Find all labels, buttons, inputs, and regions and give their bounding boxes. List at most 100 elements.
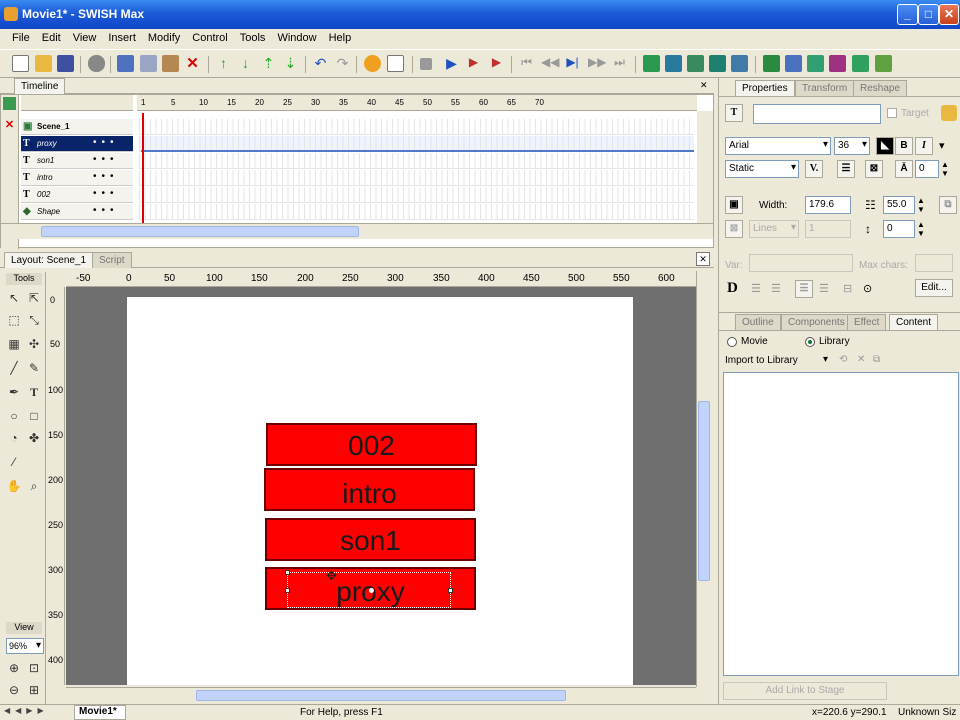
link-icon[interactable]: ⟲ — [839, 354, 847, 365]
remove-icon[interactable]: ✕ — [857, 354, 865, 365]
add-layer-icon[interactable] — [3, 97, 16, 110]
wrap-icon[interactable]: ⊠ — [865, 160, 883, 178]
align-center-icon[interactable]: ☰ — [771, 282, 781, 295]
insert-sound-icon[interactable] — [785, 55, 802, 72]
layer-row-shape[interactable]: ◆ Shape ••• — [21, 204, 133, 220]
copy-icon[interactable] — [140, 55, 157, 72]
hand-tool-icon[interactable]: ✋ — [6, 478, 22, 494]
rectangle-tool-icon[interactable]: □ — [26, 408, 42, 424]
frame-track[interactable] — [139, 153, 694, 169]
justify-icon[interactable]: ☰ — [837, 160, 855, 178]
move-down-icon[interactable]: ↓ — [237, 55, 254, 72]
close-button[interactable]: ✕ — [939, 4, 959, 25]
timeline-hscroll[interactable] — [1, 223, 713, 239]
kerning-icon[interactable]: Ā — [895, 160, 913, 178]
zoom-selection-icon[interactable]: ⊞ — [26, 682, 42, 698]
tab-timeline[interactable]: Timeline — [14, 78, 66, 94]
device-font-icon[interactable]: D — [727, 280, 738, 297]
insert-text-icon[interactable] — [665, 55, 682, 72]
pen-tool-icon[interactable]: ✒ — [6, 384, 22, 400]
selection-frame[interactable] — [285, 570, 453, 608]
help-icon[interactable] — [364, 55, 381, 72]
playhead[interactable] — [142, 113, 144, 223]
ellipse-tool-icon[interactable]: ○ — [6, 408, 22, 424]
timeline-vscroll[interactable] — [697, 111, 713, 223]
print-icon[interactable] — [88, 55, 105, 72]
menu-modify[interactable]: Modify — [142, 29, 186, 44]
open-folder-icon[interactable] — [35, 55, 52, 72]
lines-field[interactable]: 1 — [805, 220, 851, 238]
play-icon[interactable]: ▶ — [443, 55, 460, 72]
lock-aspect-icon[interactable]: ⧉ — [939, 196, 957, 214]
text-box-son1[interactable]: son1 — [265, 518, 476, 561]
frame-track[interactable] — [139, 187, 694, 203]
align-justify-icon[interactable]: ☰ — [795, 280, 813, 298]
line-tool-icon[interactable]: ╱ — [6, 360, 22, 376]
menu-control[interactable]: Control — [186, 29, 233, 44]
delete-layer-icon[interactable]: ✕ — [3, 119, 16, 132]
insert-script-icon[interactable] — [852, 55, 869, 72]
play-effect-icon[interactable]: ▶ — [488, 55, 505, 72]
resize-handle[interactable] — [285, 570, 290, 575]
stage-vscroll[interactable] — [696, 271, 712, 687]
menu-window[interactable]: Window — [271, 29, 322, 44]
name-field[interactable] — [753, 104, 881, 124]
eyedropper-tool-icon[interactable]: ⁄ — [6, 454, 22, 470]
zoom-tool-icon[interactable]: ⌕ — [26, 478, 42, 494]
tab-reshape[interactable]: Reshape — [853, 80, 908, 96]
center-point[interactable] — [369, 588, 374, 593]
insert-button-icon[interactable] — [687, 55, 704, 72]
delete-icon[interactable]: ✕ — [184, 55, 201, 72]
export-icon[interactable] — [875, 55, 892, 72]
transform-tool-icon[interactable]: ⬚ — [6, 312, 22, 328]
subselect-tool-icon[interactable]: ⇱ — [26, 290, 42, 306]
text-color-icon[interactable]: ◣ — [876, 137, 894, 155]
menu-edit[interactable]: Edit — [36, 29, 67, 44]
prev-frame-icon[interactable]: ◀◀ — [541, 55, 559, 72]
text-box-intro[interactable]: intro — [264, 468, 475, 511]
paste-icon[interactable] — [162, 55, 179, 72]
maximize-button[interactable]: □ — [918, 4, 939, 25]
text-type-dropdown[interactable]: Static — [725, 160, 799, 178]
tab-script[interactable]: Script — [92, 252, 132, 268]
pencil-tool-icon[interactable]: ✎ — [26, 360, 42, 376]
menu-tools[interactable]: Tools — [234, 29, 272, 44]
play-scene-icon[interactable]: ▶ — [465, 55, 482, 72]
insert-scene-icon[interactable] — [643, 55, 660, 72]
layer-row-son1[interactable]: Tson1 ••• — [21, 153, 133, 169]
html-text-icon[interactable]: ⊙ — [863, 282, 872, 295]
cut-icon[interactable] — [117, 55, 134, 72]
align-left-icon[interactable]: ☰ — [751, 282, 761, 295]
resize-handle[interactable] — [448, 588, 453, 593]
font-dropdown[interactable]: Arial — [725, 137, 831, 155]
line-spacing-field[interactable]: 0 — [883, 220, 915, 238]
target-checkbox[interactable] — [887, 108, 897, 118]
undo-icon[interactable]: ↶ — [312, 55, 329, 72]
align-right-icon[interactable]: ☰ — [819, 282, 829, 295]
timeline-hscroll-thumb[interactable] — [41, 226, 359, 237]
kerning-stepper-icon[interactable]: ▲ ▼ — [941, 160, 949, 178]
scene-row[interactable]: ▣ Scene_1 — [21, 119, 133, 135]
library-list[interactable] — [723, 372, 959, 676]
stage-hscroll[interactable] — [66, 687, 696, 703]
minimize-button[interactable]: _ — [897, 4, 918, 25]
stage-hscroll-thumb[interactable] — [196, 690, 566, 701]
height-stepper-icon[interactable]: ▲ ▼ — [917, 196, 925, 214]
insert-effect-icon[interactable] — [807, 55, 824, 72]
movie-nav-icons[interactable]: ◀◀▶▶ — [4, 706, 49, 715]
select-tool-icon[interactable]: ↖ — [6, 290, 22, 306]
zoom-in-icon[interactable]: ⊕ — [6, 660, 22, 676]
shape-tool-icon[interactable]: ✤ — [26, 430, 42, 446]
save-icon[interactable] — [57, 55, 74, 72]
bold-button[interactable]: B — [895, 137, 913, 155]
max-chars-field[interactable] — [915, 254, 953, 272]
move-bottom-icon[interactable]: ⇣ — [282, 55, 299, 72]
fill-tool-icon[interactable]: ▦ — [6, 336, 22, 352]
import-to-library-label[interactable]: Import to Library — [725, 355, 798, 366]
first-frame-icon[interactable]: ⏮ — [518, 55, 535, 72]
zoom-fit-icon[interactable]: ⊡ — [26, 660, 42, 676]
frame-track[interactable] — [139, 119, 694, 135]
tab-layout[interactable]: Layout: Scene_1 — [4, 252, 94, 268]
spacing-stepper-icon[interactable]: ▲ ▼ — [917, 220, 925, 238]
vertical-text-icon[interactable]: V. — [805, 160, 823, 178]
